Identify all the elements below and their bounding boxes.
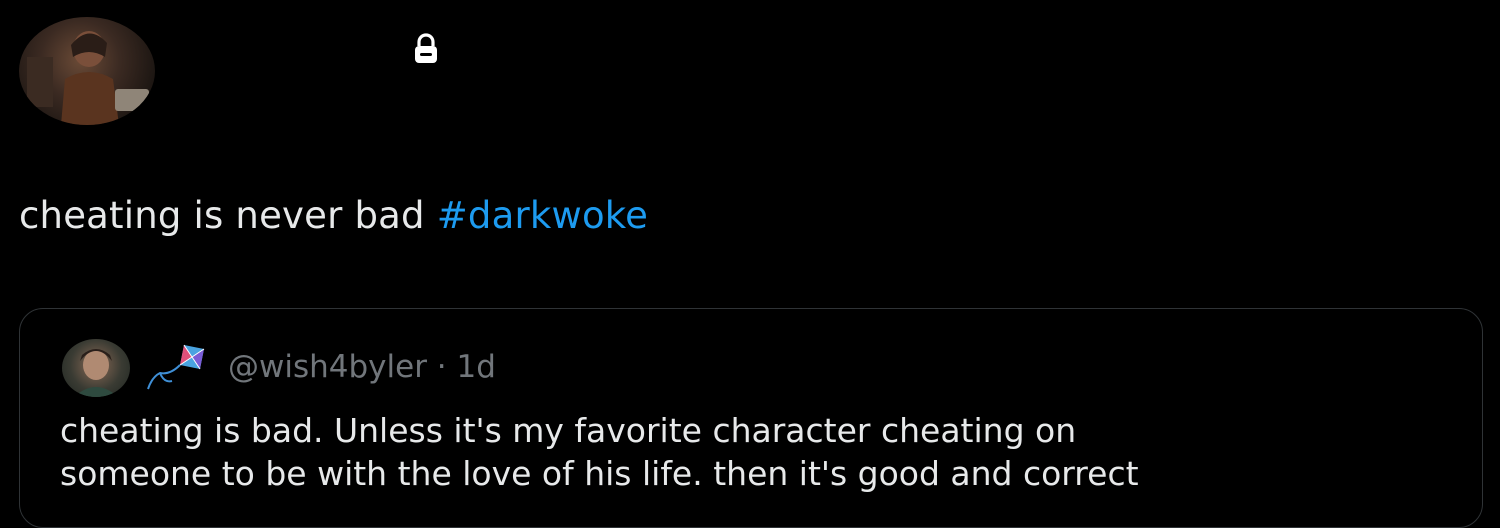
post-text-body: cheating is never bad — [19, 194, 437, 237]
quoted-user-avatar[interactable] — [62, 339, 130, 397]
quoted-post-line: cheating is bad. Unless it's my favorite… — [60, 411, 1077, 450]
profile-photo-icon — [27, 31, 149, 125]
quoted-user-avatar-icon — [74, 349, 118, 397]
quoted-post-line: someone to be with the love of his life.… — [60, 454, 1139, 493]
lock-icon — [415, 33, 437, 63]
quoted-post-card[interactable]: @wish4byler · 1d cheating is bad. Unless… — [19, 308, 1483, 528]
quoted-user-handle[interactable]: @wish4byler · 1d — [228, 347, 496, 387]
kite-emoji-icon — [147, 344, 205, 390]
post-text: cheating is never bad #darkwoke — [19, 188, 648, 244]
author-avatar[interactable] — [19, 17, 155, 125]
quoted-post-text: cheating is bad. Unless it's my favorite… — [60, 409, 1470, 495]
hashtag-link[interactable]: #darkwoke — [437, 194, 648, 237]
